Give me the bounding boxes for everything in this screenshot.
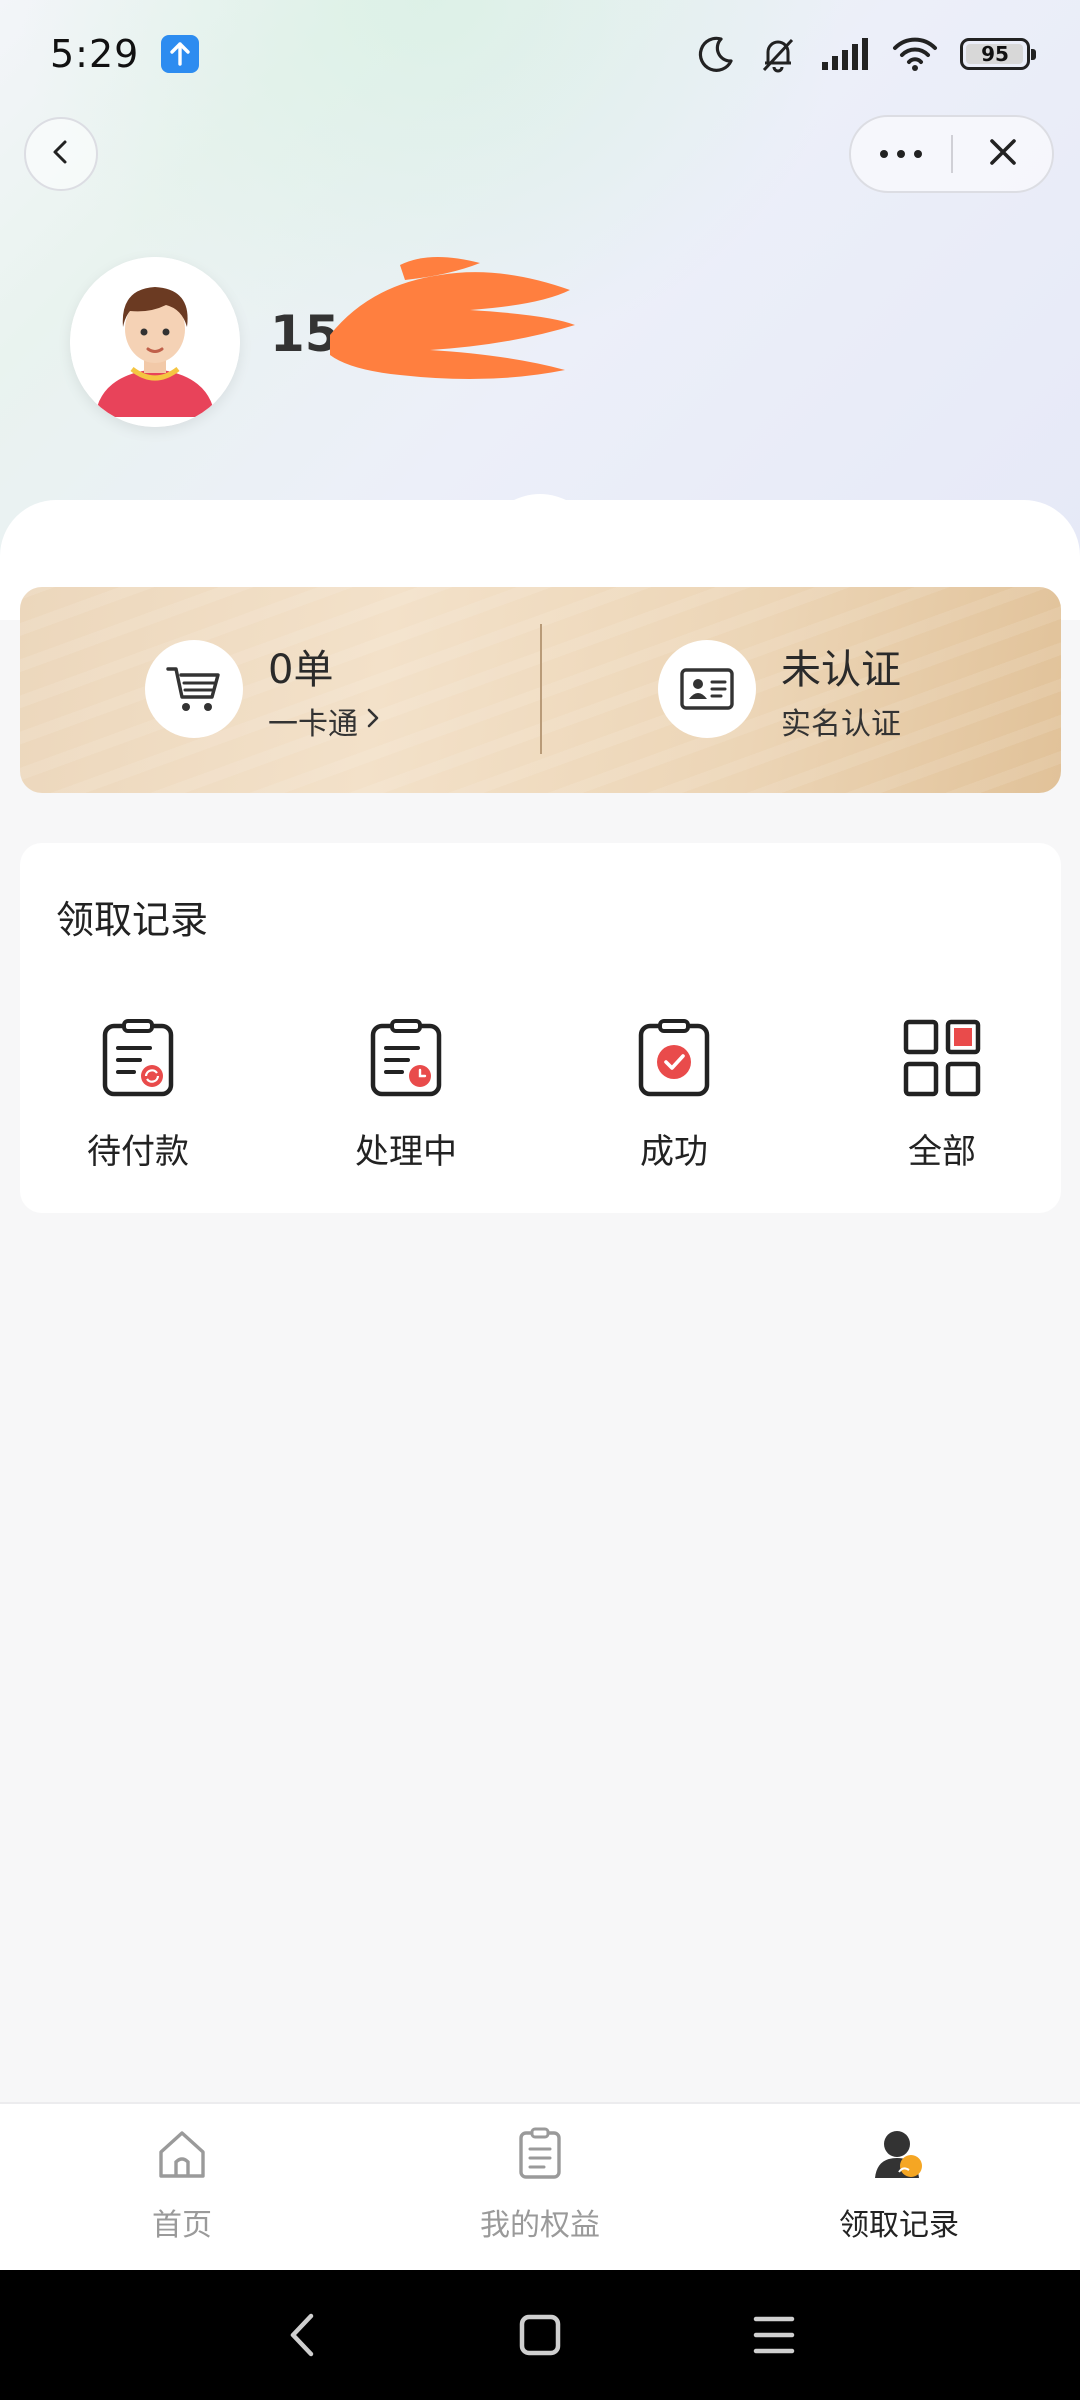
status-time: 5:29: [50, 32, 140, 76]
records-panel: 领取记录 待付款 处理中 成功 全部: [20, 843, 1061, 1213]
miniapp-capsule: [849, 115, 1054, 193]
sheet-notch: [510, 494, 570, 520]
record-processing[interactable]: 处理中: [306, 1018, 506, 1173]
signal-icon: [820, 36, 870, 72]
wifi-icon: [892, 36, 938, 72]
chevron-right-icon: [364, 704, 382, 739]
avatar[interactable]: [70, 257, 240, 427]
redaction-scribble: [330, 256, 575, 379]
membership-card: 0单 一卡通 未认证 实名认证: [20, 587, 1061, 793]
pending-payment-icon: [100, 1018, 176, 1102]
tab-home[interactable]: 首页: [62, 2126, 302, 2244]
real-name-auth-link[interactable]: 实名认证: [781, 699, 901, 743]
user-records-icon: [871, 2126, 927, 2186]
back-button[interactable]: [24, 117, 98, 191]
processing-icon: [368, 1018, 444, 1102]
one-card-label: 一卡通: [268, 707, 358, 742]
orders-count: 0单: [268, 647, 334, 693]
one-card-link[interactable]: 一卡通: [268, 699, 382, 743]
record-all[interactable]: 全部: [842, 1018, 1042, 1173]
record-pending-payment[interactable]: 待付款: [38, 1018, 238, 1173]
more-icon: [880, 150, 922, 158]
home-icon: [154, 2126, 210, 2186]
system-back-icon[interactable]: [283, 2310, 323, 2364]
benefits-icon: [512, 2126, 568, 2186]
records-title: 领取记录: [56, 898, 209, 942]
auth-status: 未认证: [781, 647, 901, 693]
tab-benefits[interactable]: 我的权益: [420, 2126, 660, 2244]
record-label: 成功: [640, 1132, 708, 1172]
moon-icon: [696, 34, 736, 74]
tab-label: 领取记录: [839, 2208, 959, 2243]
tab-label: 我的权益: [480, 2208, 600, 2243]
back-icon: [46, 137, 76, 171]
record-success[interactable]: 成功: [574, 1018, 774, 1173]
cart-icon: [145, 640, 243, 738]
battery-level: 95: [981, 42, 1009, 66]
bottom-tab-bar: 首页 我的权益 领取记录: [0, 2102, 1080, 2270]
bell-off-icon: [758, 34, 798, 74]
record-label: 处理中: [355, 1132, 457, 1172]
close-button[interactable]: [953, 136, 1052, 172]
system-home-icon[interactable]: [518, 2310, 562, 2364]
all-grid-icon: [902, 1018, 982, 1102]
system-nav-bar: [0, 2270, 1080, 2400]
success-icon: [636, 1018, 712, 1102]
tab-records[interactable]: 领取记录: [779, 2126, 1019, 2244]
record-label: 待付款: [87, 1132, 189, 1172]
id-card-icon: [658, 640, 756, 738]
system-menu-icon[interactable]: [752, 2310, 796, 2364]
battery-icon: 95: [960, 38, 1036, 70]
upload-notification-icon: [161, 35, 200, 73]
real-name-auth-label: 实名认证: [781, 707, 901, 742]
close-icon: [987, 136, 1019, 172]
tab-label: 首页: [152, 2208, 212, 2243]
more-button[interactable]: [851, 150, 951, 158]
status-bar: 5:29 95: [0, 0, 1080, 108]
card-divider: [540, 624, 542, 754]
record-label: 全部: [908, 1132, 976, 1172]
